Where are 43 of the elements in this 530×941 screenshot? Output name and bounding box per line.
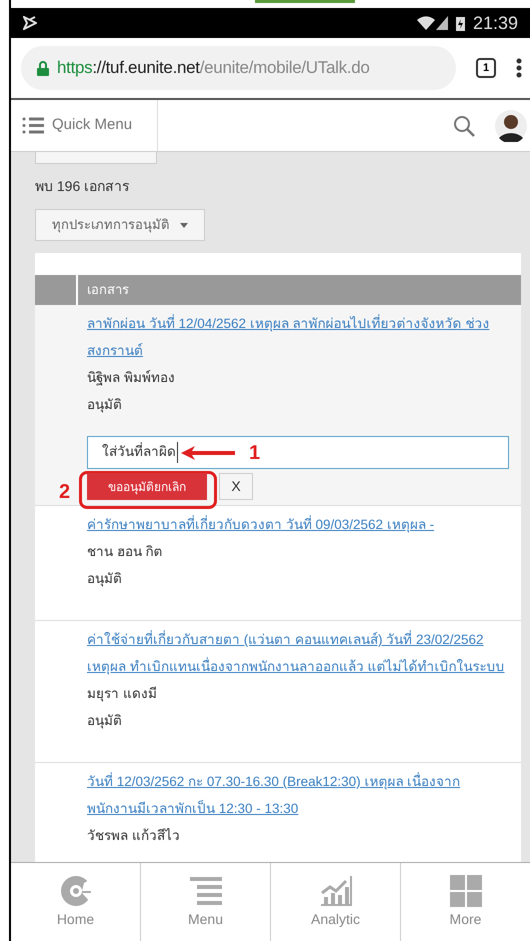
- document-link[interactable]: วันที่ 12/03/2562 กะ 07.30-16.30 (Break12:30) เหตุผล เนื่องจากพนักงานมีเวลาพักเป็น 12:30 - 13:30: [87, 768, 509, 822]
- document-link[interactable]: ค่าใช้จ่ายที่เกี่ยวกับสายตา (แว่นตา คอนแทคเลนส์) วันที่ 23/02/2562 เหตุผล ทำเบิกแทนเนื่องจากพนักงานลาออกแล้ว แต่ไม่ได้ทำเบิกในระบบ: [87, 626, 509, 680]
- document-link[interactable]: ค่ารักษาพยาบาลที่เกี่ยวกับดวงตา วันที่ 09/03/2562 เหตุผล -: [87, 511, 509, 538]
- grid-icon: [450, 875, 482, 907]
- signal-icon: [436, 16, 448, 30]
- clock: 21:39: [472, 12, 518, 34]
- approval-status: อนุมัติ: [87, 396, 123, 414]
- chart-icon: [320, 875, 352, 907]
- tab-count-button[interactable]: 1: [476, 58, 496, 78]
- requester-name: มยุรา แดงมี: [87, 685, 158, 704]
- requester-name: นิฐิพล พิมพ์ทอง: [87, 369, 176, 388]
- search-icon[interactable]: [453, 114, 475, 136]
- avatar[interactable]: [495, 110, 527, 142]
- url-text: https://tuf.eunite.net/eunite/mobile/UTalk.do: [57, 57, 370, 80]
- filter-dropdown[interactable]: ทุกประเภทการอนุมัติ: [35, 209, 205, 241]
- result-count: พบ 196 เอกสาร: [35, 177, 132, 196]
- nav-tab[interactable]: Home: [11, 863, 140, 941]
- battery-icon: [456, 16, 465, 30]
- request-cancel-button[interactable]: ขออนุมัติยกเลิก: [87, 473, 207, 500]
- nav-tab[interactable]: Menu: [140, 863, 270, 941]
- more-icon[interactable]: [516, 58, 522, 78]
- document-link[interactable]: ลาพักผ่อน วันที่ 12/04/2562 เหตุผล ลาพักผ่อนไปเที่ยวต่างจังหวัด ช่วงสงกรานต์: [87, 310, 509, 364]
- lock-icon: [37, 60, 49, 76]
- requester-name: วัชรพล แก้วสีไว: [87, 827, 181, 845]
- quick-menu-button[interactable]: Quick Menu: [11, 100, 158, 151]
- column-header: เอกสาร: [86, 281, 129, 300]
- arrow-icon: [181, 446, 235, 460]
- caret-icon: [180, 222, 188, 228]
- address-bar[interactable]: https://tuf.eunite.net/eunite/mobile/UTalk.do: [21, 46, 456, 90]
- target-icon: [60, 875, 92, 907]
- reason-input-field[interactable]: ใส่วันที่ลาผิด 1: [87, 436, 509, 469]
- notification-icon: [23, 16, 37, 30]
- requester-name: ชาน ฮอน กิต: [87, 543, 164, 561]
- list-icon: [22, 117, 44, 134]
- menu-icon: [190, 875, 222, 907]
- approval-status: อนุมัติ: [87, 712, 123, 730]
- approval-status: อนุมัติ: [87, 570, 123, 588]
- annotation-number: 2: [59, 480, 70, 505]
- nav-tab[interactable]: More: [400, 863, 530, 941]
- close-button[interactable]: X: [219, 473, 253, 500]
- annotation-number: 1: [249, 440, 260, 466]
- wifi-icon: [416, 16, 435, 30]
- nav-tab[interactable]: Analytic: [270, 863, 400, 941]
